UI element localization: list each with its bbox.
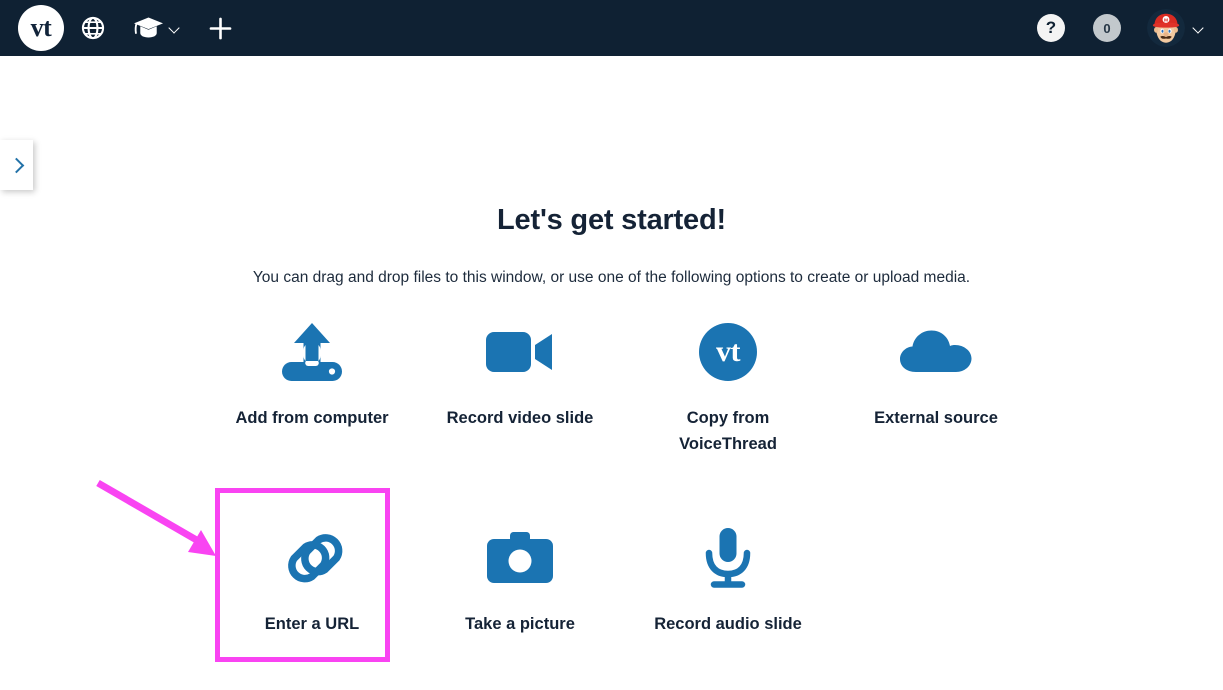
- voicethread-logo-text: vt: [30, 13, 52, 42]
- account-menu[interactable]: M: [1147, 9, 1205, 47]
- plus-icon: [209, 17, 231, 39]
- option-copy-from-voicethread[interactable]: vt Copy from VoiceThread: [624, 306, 832, 457]
- main-content: Let's get started! You can drag and drop…: [0, 56, 1223, 690]
- option-external-source[interactable]: External source: [832, 306, 1040, 457]
- avatar: M: [1147, 9, 1185, 47]
- option-label: Record audio slide: [654, 615, 802, 634]
- globe-button[interactable]: [64, 0, 122, 56]
- camera-icon: [487, 532, 553, 584]
- page-title: Let's get started!: [497, 204, 726, 236]
- option-add-from-computer[interactable]: Add from computer: [208, 306, 416, 457]
- option-label: External source: [874, 409, 998, 427]
- chevron-down-icon: [170, 23, 181, 34]
- cloud-icon: [900, 330, 972, 372]
- icon-container: [277, 520, 347, 596]
- svg-text:M: M: [1164, 18, 1168, 24]
- header-left-group: vt: [0, 0, 248, 56]
- icon-container: [278, 314, 346, 390]
- icon-container: vt: [699, 314, 757, 390]
- media-options-grid: Add from computer Record video slide vt …: [0, 306, 1223, 638]
- top-navigation-bar: vt ? 0 M: [0, 0, 1223, 56]
- notification-count-badge[interactable]: 0: [1093, 14, 1121, 42]
- media-options-row-2: Enter a URL Take a picture Record audio …: [208, 512, 1223, 638]
- icon-container: [485, 314, 555, 390]
- option-label: Record video slide: [446, 409, 594, 427]
- graduation-cap-icon: [133, 17, 164, 38]
- header-right-group: ? 0 M: [1037, 0, 1211, 56]
- voicethread-vt-icon: vt: [699, 323, 757, 381]
- option-record-video-slide[interactable]: Record video slide: [416, 306, 624, 457]
- create-new-button[interactable]: [192, 0, 248, 56]
- option-label: Enter a URL: [264, 615, 360, 634]
- media-options-row-1: Add from computer Record video slide vt …: [208, 306, 1223, 457]
- option-label: Take a picture: [465, 615, 575, 634]
- video-camera-icon: [486, 332, 552, 372]
- globe-icon: [81, 16, 105, 40]
- voicethread-logo[interactable]: vt: [18, 5, 64, 51]
- voicethread-create-page: vt ? 0 M Let's get started! You can drag…: [0, 0, 1223, 690]
- chevron-down-icon: [1194, 23, 1205, 34]
- option-take-a-picture[interactable]: Take a picture: [416, 512, 624, 638]
- option-record-audio-slide[interactable]: Record audio slide: [624, 512, 832, 638]
- courses-menu-button[interactable]: [122, 0, 192, 56]
- voicethread-vt-text: vt: [716, 335, 741, 368]
- page-subtitle: You can drag and drop files to this wind…: [252, 269, 971, 286]
- icon-container: [898, 314, 974, 390]
- link-chain-icon: [288, 534, 343, 583]
- help-button[interactable]: ?: [1037, 14, 1065, 42]
- option-label: Add from computer: [235, 409, 389, 427]
- upload-to-drive-icon: [282, 323, 342, 381]
- icon-container: [485, 520, 555, 596]
- icon-container: [701, 520, 755, 596]
- option-label: Copy from VoiceThread: [679, 409, 777, 453]
- option-enter-a-url[interactable]: Enter a URL: [208, 512, 416, 638]
- microphone-icon: [705, 528, 751, 588]
